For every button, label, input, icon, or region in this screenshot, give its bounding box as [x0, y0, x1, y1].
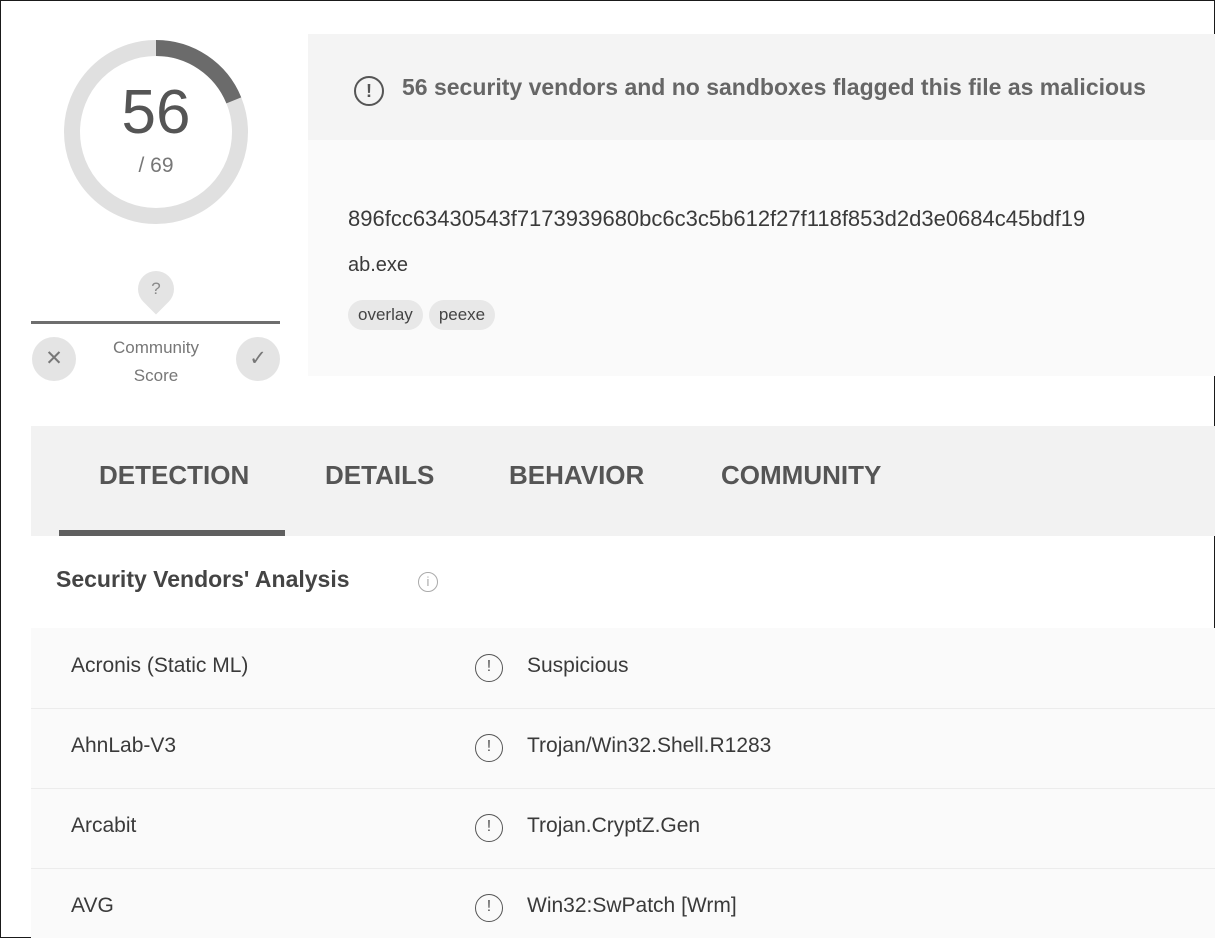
community-score-bar — [31, 321, 280, 324]
table-row: AhnLab-V3 ! Trojan/Win32.Shell.R1283 — [31, 708, 1215, 789]
tab-community[interactable]: COMMUNITY — [721, 460, 881, 491]
community-label-line2: Score — [133, 366, 179, 385]
tag-overlay[interactable]: overlay — [348, 300, 423, 330]
vendor-name: AVG — [71, 894, 114, 917]
alert-icon: ! — [475, 654, 503, 682]
community-label-line1: Community — [113, 338, 199, 357]
verdict-text: 56 security vendors and no sandboxes fla… — [402, 74, 1146, 100]
check-icon: ✓ — [249, 347, 267, 370]
alert-icon: ! — [475, 814, 503, 842]
alert-icon: ! — [475, 734, 503, 762]
community-score-label: Community Score — [90, 334, 222, 390]
verdict-banner: ! 56 security vendors and no sandboxes f… — [308, 34, 1215, 140]
detection-count: 56 — [121, 78, 191, 147]
tab-detection[interactable]: DETECTION — [99, 460, 249, 491]
alert-icon: ! — [354, 76, 384, 106]
file-info-panel: 896fcc63430543f7173939680bc6c3c5b612f27f… — [308, 140, 1215, 376]
detection-total: / 69 — [138, 154, 174, 177]
vendor-name: Acronis (Static ML) — [71, 654, 249, 677]
vote-malicious-button[interactable]: ✕ — [32, 337, 76, 381]
vendor-result: Win32:SwPatch [Wrm] — [527, 894, 737, 917]
report-tabs: DETECTION DETAILS BEHAVIOR COMMUNITY — [31, 426, 1215, 536]
vendor-result: Trojan/Win32.Shell.R1283 — [527, 734, 772, 757]
vendor-name: AhnLab-V3 — [71, 734, 177, 757]
table-row: Acronis (Static ML) ! Suspicious — [31, 628, 1215, 709]
vendors-table: Acronis (Static ML) ! Suspicious AhnLab-… — [31, 628, 1215, 938]
tab-details[interactable]: DETAILS — [325, 460, 434, 491]
vendor-result: Suspicious — [527, 654, 629, 677]
close-icon: ✕ — [45, 347, 63, 370]
section-title: Security Vendors' Analysis — [56, 566, 350, 592]
info-icon[interactable]: i — [418, 572, 438, 592]
vendor-name: Arcabit — [71, 814, 137, 837]
detection-score-ring: 56 / 69 — [60, 36, 252, 228]
alert-icon: ! — [475, 894, 503, 922]
active-tab-indicator — [59, 530, 285, 536]
table-row: Arcabit ! Trojan.CryptZ.Gen — [31, 788, 1215, 869]
tag-peexe[interactable]: peexe — [428, 300, 496, 330]
file-name: ab.exe — [348, 254, 409, 276]
vote-harmless-button[interactable]: ✓ — [236, 337, 280, 381]
community-score-marker: ? — [130, 263, 182, 315]
vendor-result: Trojan.CryptZ.Gen — [527, 814, 701, 837]
file-hash[interactable]: 896fcc63430543f7173939680bc6c3c5b612f27f… — [348, 206, 1085, 232]
file-tags: overlay peexe — [348, 300, 501, 330]
question-mark-icon: ? — [151, 279, 161, 298]
table-row: AVG ! Win32:SwPatch [Wrm] — [31, 868, 1215, 948]
tab-behavior[interactable]: BEHAVIOR — [509, 460, 644, 491]
